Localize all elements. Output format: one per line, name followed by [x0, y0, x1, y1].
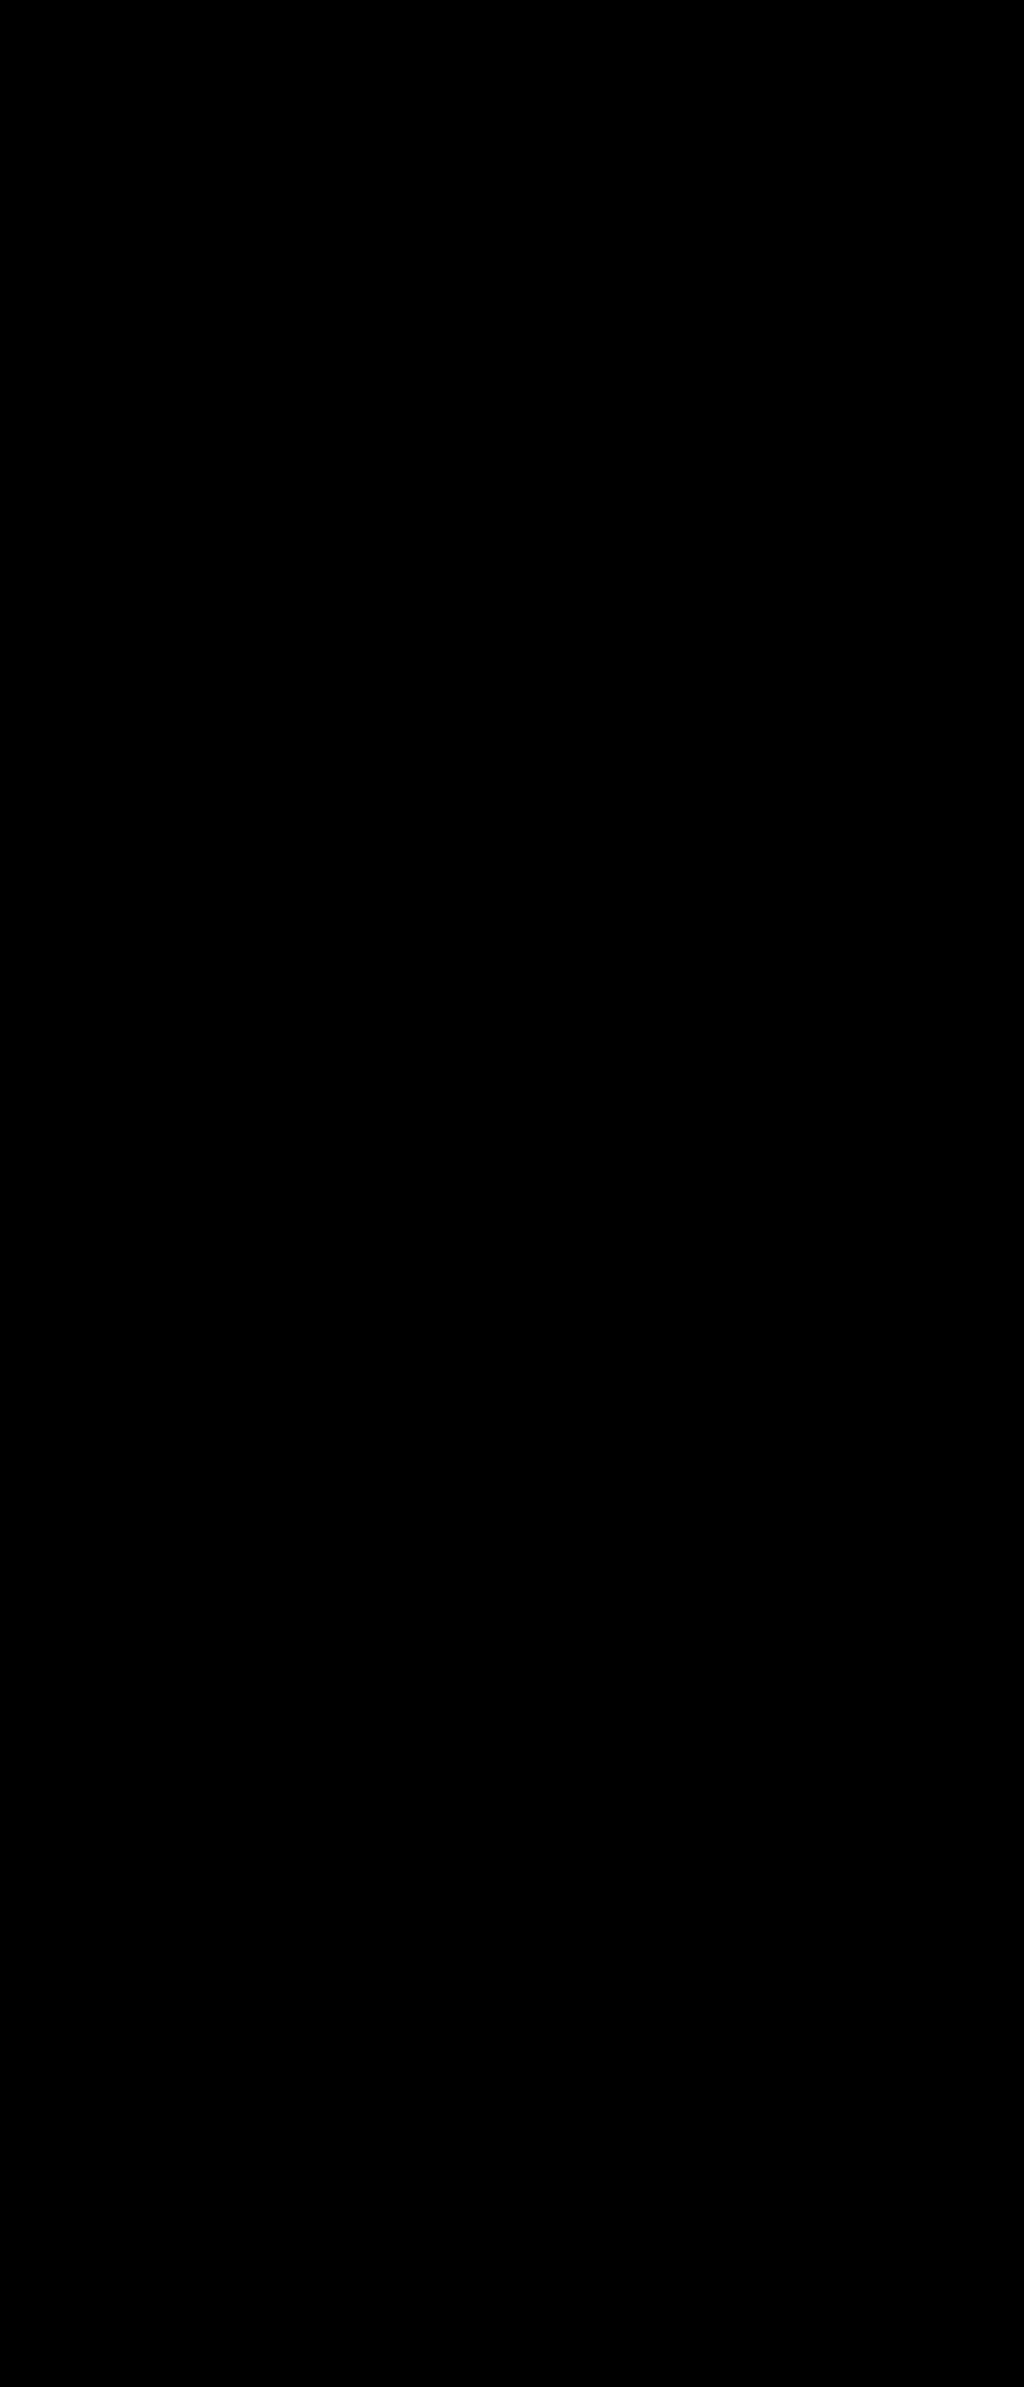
- video-info-header: [0, 0, 1024, 82]
